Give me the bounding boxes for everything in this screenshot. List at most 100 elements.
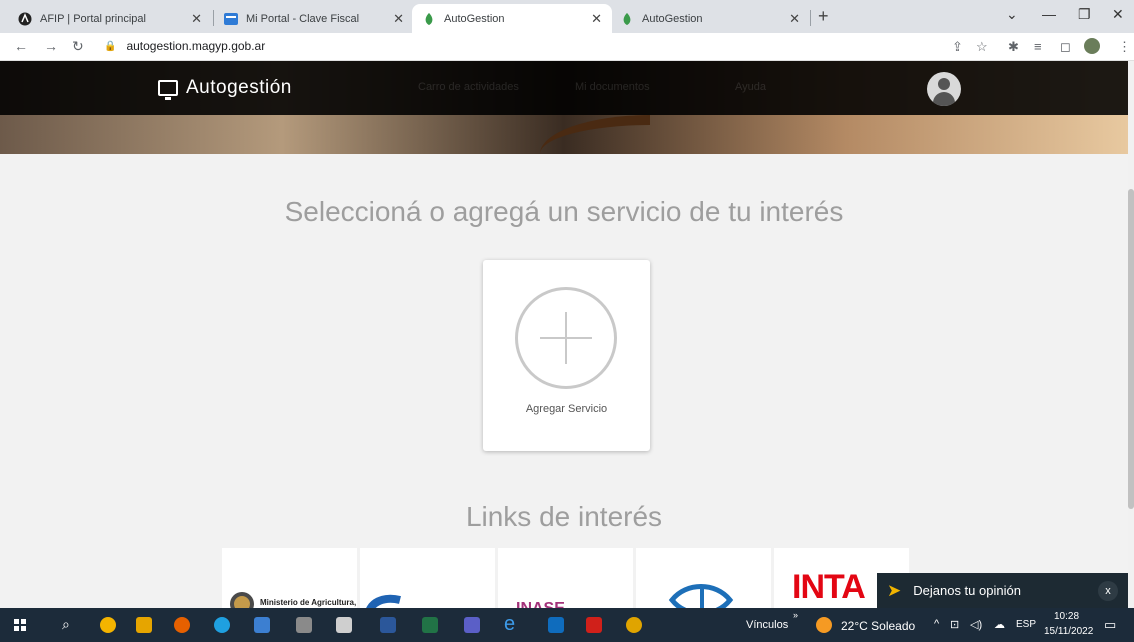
- ministerio-seal-icon: [230, 592, 254, 608]
- onedrive-cloud-icon[interactable]: ☁: [994, 618, 1005, 631]
- add-circle-plus-icon: [515, 287, 617, 389]
- windows-taskbar: ⌕ e Vínculos » 22°C Soleado ^ ⊡ ◁) ☁ ESP…: [0, 608, 1134, 642]
- nav-item-faded[interactable]: Ayuda: [735, 81, 766, 93]
- clock-date[interactable]: 15/11/2022: [1044, 626, 1093, 637]
- menu-kebab-icon[interactable]: ⋮: [1118, 39, 1131, 55]
- browser-toolbar: ← → ↻ 🔒 autogestion.magyp.gob.ar ⇪ ☆ ✱ ≡…: [0, 33, 1134, 61]
- site-brand[interactable]: Autogestión: [158, 77, 292, 100]
- taskbar-search-icon[interactable]: ⌕: [62, 616, 70, 633]
- nav-item-faded[interactable]: Mi documentos: [575, 81, 650, 93]
- tab-separator: [810, 10, 811, 26]
- close-tab-icon[interactable]: ✕: [591, 11, 602, 27]
- tab-autogestion-active[interactable]: AutoGestion ✕: [412, 4, 612, 33]
- scrollbar-thumb[interactable]: [1128, 189, 1134, 509]
- forward-icon[interactable]: →: [44, 38, 58, 54]
- add-service-card[interactable]: Agregar Servicio: [483, 260, 650, 451]
- links-toolbar-label[interactable]: Vínculos: [746, 619, 788, 631]
- afip-favicon-icon: [18, 12, 32, 26]
- leaf-favicon-icon: [620, 12, 634, 26]
- firefox-icon[interactable]: [174, 617, 190, 633]
- browser-tab-strip: AFIP | Portal principal ✕ Mi Portal - Cl…: [0, 0, 1134, 33]
- extensions-puzzle-icon[interactable]: ✱: [1008, 39, 1019, 55]
- tab-title: Mi Portal - Clave Fiscal: [246, 12, 360, 25]
- link-tile-label: Ministerio de Agricultura,: [260, 598, 357, 607]
- blue-arc-logo-icon: [366, 594, 401, 608]
- close-window-icon[interactable]: ✕: [1112, 6, 1124, 23]
- feedback-label: Dejanos tu opinión: [913, 583, 1021, 598]
- internet-explorer-icon[interactable]: e: [504, 613, 515, 636]
- inta-logo-text: INTA: [792, 568, 866, 606]
- tab-mi-portal[interactable]: Mi Portal - Clave Fiscal ✕: [214, 4, 414, 33]
- app-icon[interactable]: [254, 617, 270, 633]
- feedback-close-button[interactable]: x: [1098, 581, 1118, 601]
- close-tab-icon[interactable]: ✕: [393, 11, 404, 27]
- add-service-label: Agregar Servicio: [525, 403, 608, 415]
- monitor-icon: [158, 80, 178, 100]
- leaf-favicon-icon: [422, 12, 436, 26]
- back-icon[interactable]: ←: [14, 38, 28, 54]
- link-tile-2[interactable]: [360, 548, 495, 608]
- acrobat-icon[interactable]: [586, 617, 602, 633]
- word-icon[interactable]: [380, 617, 396, 633]
- tab-afip[interactable]: AFIP | Portal principal ✕: [8, 4, 212, 33]
- page-viewport: Autogestión Carro de actividades Mi docu…: [0, 61, 1128, 608]
- file-explorer-icon[interactable]: [136, 617, 152, 633]
- nav-item-faded[interactable]: Carro de actividades: [418, 81, 519, 93]
- weather-text[interactable]: 22°C Soleado: [841, 619, 915, 633]
- outlook-icon[interactable]: [548, 617, 564, 633]
- side-panel-icon[interactable]: ◻: [1060, 39, 1071, 55]
- links-expand-icon[interactable]: »: [793, 610, 798, 620]
- share-icon[interactable]: ⇪: [952, 39, 963, 55]
- url-text: autogestion.magyp.gob.ar: [126, 39, 266, 53]
- chrome-icon[interactable]: [100, 617, 116, 633]
- reload-icon[interactable]: ↻: [72, 38, 84, 55]
- app-icon[interactable]: [296, 617, 312, 633]
- link-tile-ministerio[interactable]: Ministerio de Agricultura,: [222, 548, 357, 608]
- plus-horizontal: [540, 337, 592, 339]
- edge-icon[interactable]: [214, 617, 230, 633]
- close-tab-icon[interactable]: ✕: [191, 11, 202, 27]
- feedback-widget[interactable]: ➤ Dejanos tu opinión x: [877, 573, 1128, 608]
- vpn-icon[interactable]: [626, 617, 642, 633]
- excel-icon[interactable]: [422, 617, 438, 633]
- afip-app-icon[interactable]: [336, 617, 352, 633]
- services-heading: Seleccioná o agregá un servicio de tu in…: [284, 196, 844, 227]
- link-tile-fish[interactable]: [636, 548, 771, 608]
- clave-fiscal-favicon-icon: [224, 12, 238, 26]
- link-tile-inase[interactable]: INASE: [498, 548, 633, 608]
- clock-time[interactable]: 10:28: [1054, 611, 1079, 622]
- new-tab-icon[interactable]: +: [818, 6, 829, 27]
- hero-decoration: [540, 115, 650, 154]
- bookmark-star-icon[interactable]: ☆: [976, 39, 988, 55]
- notifications-icon[interactable]: ▭: [1104, 617, 1116, 633]
- tray-chevron-icon[interactable]: ^: [934, 618, 939, 630]
- close-tab-icon[interactable]: ✕: [789, 11, 800, 27]
- restore-icon[interactable]: ❐: [1078, 6, 1091, 23]
- windows-start-icon[interactable]: [14, 619, 26, 631]
- lock-icon: 🔒: [104, 40, 117, 52]
- weather-sun-icon: [816, 617, 832, 633]
- tab-title: AutoGestion: [642, 12, 703, 25]
- page-scrollbar[interactable]: [1128, 61, 1134, 608]
- fish-logo-icon: [668, 584, 734, 608]
- user-silhouette-icon: [938, 78, 950, 90]
- hero-banner: Autogestión Carro de actividades Mi docu…: [0, 61, 1128, 154]
- address-bar[interactable]: 🔒 autogestion.magyp.gob.ar: [104, 39, 265, 53]
- profile-avatar-icon[interactable]: [1084, 38, 1100, 54]
- network-icon[interactable]: ⊡: [950, 618, 959, 631]
- minimize-icon[interactable]: —: [1042, 6, 1056, 22]
- paper-plane-icon: ➤: [887, 580, 902, 600]
- reading-list-icon[interactable]: ≡: [1034, 39, 1042, 54]
- brand-name: Autogestión: [186, 77, 292, 98]
- links-heading: Links de interés: [465, 501, 663, 532]
- volume-icon[interactable]: ◁): [970, 618, 982, 631]
- language-indicator[interactable]: ESP: [1016, 619, 1036, 630]
- user-silhouette-body: [933, 92, 955, 106]
- user-avatar[interactable]: [927, 72, 961, 106]
- tab-autogestion-2[interactable]: AutoGestion ✕: [610, 4, 810, 33]
- site-header: Autogestión Carro de actividades Mi docu…: [0, 61, 1128, 115]
- tab-search-chevron-icon[interactable]: ⌄: [1006, 6, 1018, 23]
- tab-title: AFIP | Portal principal: [40, 12, 146, 25]
- link-tile-label: INASE: [516, 600, 565, 608]
- teams-icon[interactable]: [464, 617, 480, 633]
